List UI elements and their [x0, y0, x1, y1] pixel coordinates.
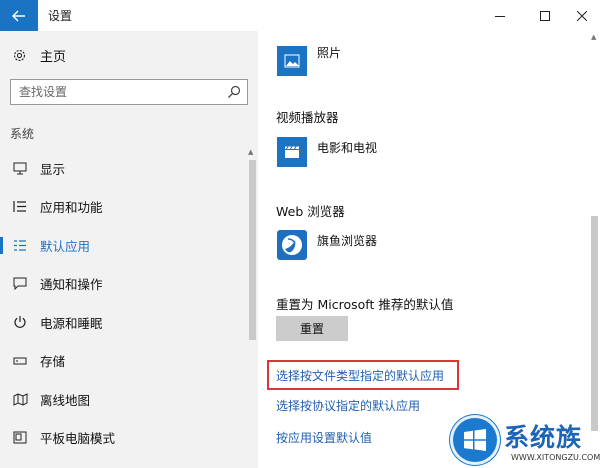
web-browser-heading: Web 浏览器	[276, 204, 345, 219]
video-player-heading: 视频播放器	[276, 110, 339, 125]
scroll-up-arrow-icon[interactable]: ▲	[591, 33, 596, 41]
close-button[interactable]	[564, 0, 600, 31]
sidebar-item-label: 平板电脑模式	[40, 431, 116, 447]
photo-app-name: 照片	[317, 46, 342, 60]
photo-icon	[284, 54, 300, 68]
monitor-icon	[12, 160, 28, 176]
close-icon	[577, 10, 587, 21]
sidebar-item-apps-features[interactable]: 应用和功能	[0, 188, 244, 227]
power-icon	[12, 314, 28, 330]
default-apps-content: 照片 视频播放器 电影和电视 Web 浏览器 旗鱼浏览器 重置为 Microso…	[258, 31, 600, 468]
sidebar-item-display[interactable]: 显示	[0, 149, 244, 188]
map-icon	[12, 391, 28, 407]
sidebar: 主页 系统 显示 应用和功能 默认应用	[0, 31, 258, 468]
sidebar-item-label: 显示	[40, 161, 66, 177]
photo-app-tile[interactable]	[277, 46, 307, 76]
sidebar-item-storage[interactable]: 存储	[0, 342, 244, 381]
search-box	[10, 79, 248, 105]
windows-logo-icon	[453, 418, 497, 462]
app-defaults-link[interactable]: 按应用设置默认值	[276, 429, 372, 446]
minimize-icon	[495, 15, 505, 17]
message-icon	[12, 276, 28, 292]
section-label: 系统	[10, 127, 35, 141]
movie-clapper-icon	[285, 146, 299, 158]
sidebar-item-tablet-mode[interactable]: 平板电脑模式	[0, 419, 244, 458]
search-input[interactable]	[11, 80, 221, 104]
video-app-tile[interactable]	[277, 137, 307, 167]
sidebar-item-label: 应用和功能	[40, 200, 103, 216]
protocol-defaults-link[interactable]: 选择按协议指定的默认应用	[276, 397, 420, 414]
default-apps-icon	[12, 237, 28, 253]
list-icon	[12, 199, 28, 215]
watermark: 系统族 WWW.XITONGZU.COM	[447, 410, 600, 468]
scroll-up-arrow-icon[interactable]: ▲	[248, 148, 253, 156]
storage-icon	[12, 353, 28, 369]
file-type-defaults-link[interactable]: 选择按文件类型指定的默认应用	[276, 367, 444, 384]
watermark-url: WWW.XITONGZU.COM	[511, 453, 600, 462]
sidebar-item-label: 电源和睡眠	[40, 315, 103, 331]
tablet-icon	[12, 430, 28, 446]
watermark-brand: 系统族	[504, 423, 583, 452]
title-bar: 设置	[0, 0, 600, 31]
browser-app-name: 旗鱼浏览器	[317, 234, 378, 248]
sidebar-item-power-sleep[interactable]: 电源和睡眠	[0, 303, 244, 342]
sidebar-item-label: 通知和操作	[40, 277, 103, 293]
maximize-icon	[540, 10, 550, 21]
search-icon[interactable]	[227, 85, 241, 99]
sidebar-item-label: 默认应用	[40, 238, 91, 254]
sidebar-scrollbar-thumb[interactable]	[249, 160, 256, 340]
maximize-button[interactable]	[527, 0, 563, 31]
sidebar-scrollbar[interactable]: ▲	[247, 148, 257, 468]
sidebar-item-default-apps[interactable]: 默认应用	[0, 226, 244, 265]
window-title: 设置	[48, 9, 73, 23]
content-scrollbar[interactable]: ▲	[589, 31, 600, 468]
browser-icon	[282, 235, 302, 255]
browser-app-tile[interactable]	[277, 230, 307, 260]
video-app-name: 电影和电视	[317, 141, 378, 155]
sidebar-item-label: 存储	[40, 354, 66, 370]
content-scrollbar-thumb[interactable]	[591, 216, 598, 431]
sidebar-item-notifications[interactable]: 通知和操作	[0, 265, 244, 304]
reset-heading: 重置为 Microsoft 推荐的默认值	[276, 297, 454, 312]
minimize-button[interactable]	[482, 0, 518, 31]
arrow-left-icon	[12, 10, 25, 21]
sidebar-item-offline-maps[interactable]: 离线地图	[0, 380, 244, 419]
gear-icon	[13, 49, 26, 62]
back-button[interactable]	[0, 0, 38, 31]
home-nav-item[interactable]: 主页	[12, 46, 66, 65]
sidebar-item-label: 离线地图	[40, 392, 91, 408]
reset-button[interactable]: 重置	[276, 316, 348, 341]
home-label: 主页	[40, 50, 67, 65]
nav-list: 显示 应用和功能 默认应用 通知和操作 电源和睡眠 存储 离线地图 平板电脑模式	[0, 149, 244, 457]
